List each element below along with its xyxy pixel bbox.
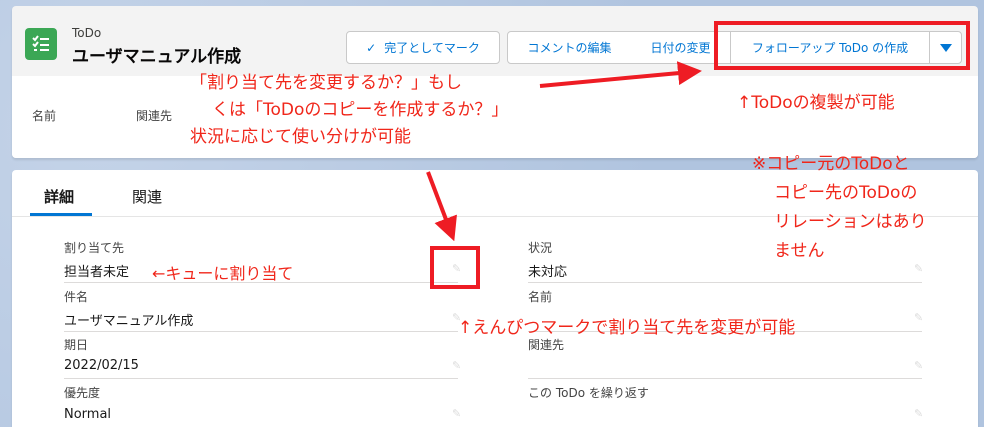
annotation-question: 「割り当て先を変更するか？」もし くは「ToDoのコピーを作成するか？」 状況に…: [190, 73, 509, 147]
highlight-box-followup: [714, 21, 970, 70]
edit-repeat-pencil-icon[interactable]: ✎: [914, 407, 923, 420]
priority-value: Normal: [64, 407, 112, 422]
due-date-value: 2022/02/15: [64, 358, 139, 373]
object-type-label: ToDo: [72, 26, 102, 40]
field-divider: [64, 331, 458, 332]
field-divider: [64, 378, 458, 379]
repeat-label: この ToDo を繰り返す: [528, 386, 649, 400]
field-divider: [528, 378, 922, 379]
edit-priority-pencil-icon[interactable]: ✎: [452, 407, 461, 420]
edit-comments-button[interactable]: コメントの編集: [507, 31, 632, 64]
annotation-no-relation: ※コピー元のToDoと コピー先のToDoの リレーションはあり ません: [752, 154, 927, 261]
status-label: 状況: [528, 241, 553, 255]
assigned-to-value: 担当者未定: [64, 265, 130, 280]
edit-related-pencil-icon[interactable]: ✎: [914, 359, 923, 372]
page-title: ユーザマニュアル作成: [72, 47, 242, 67]
assigned-to-label: 割り当て先: [64, 241, 125, 255]
subject-label: 件名: [64, 290, 89, 304]
subject-value: ユーザマニュアル作成: [64, 314, 194, 329]
highlight-name-label: 名前: [32, 109, 57, 123]
priority-label: 優先度: [64, 386, 101, 400]
tab-related[interactable]: 関連: [132, 186, 162, 207]
field-divider: [528, 282, 922, 283]
highlight-box-pencil: [430, 246, 480, 289]
highlight-related-label: 関連先: [136, 109, 173, 123]
annotation-duplicate: ↑ToDoの複製が可能: [737, 93, 895, 113]
status-value: 未対応: [528, 265, 568, 280]
name-label: 名前: [528, 290, 553, 304]
todo-icon: [25, 28, 57, 60]
checkmark-icon: ✓: [366, 40, 377, 55]
tab-details[interactable]: 詳細: [44, 186, 74, 207]
due-date-label: 期日: [64, 338, 89, 352]
annotation-pencil-note: ↑えんぴつマークで割り当て先を変更が可能: [458, 318, 796, 338]
annotation-queue: ←キューに割り当て: [152, 264, 294, 283]
mark-complete-button[interactable]: ✓ 完了としてマーク: [346, 31, 500, 64]
related-to-label: 関連先: [528, 338, 565, 352]
edit-due-date-pencil-icon[interactable]: ✎: [452, 359, 461, 372]
edit-name-pencil-icon[interactable]: ✎: [914, 311, 923, 324]
